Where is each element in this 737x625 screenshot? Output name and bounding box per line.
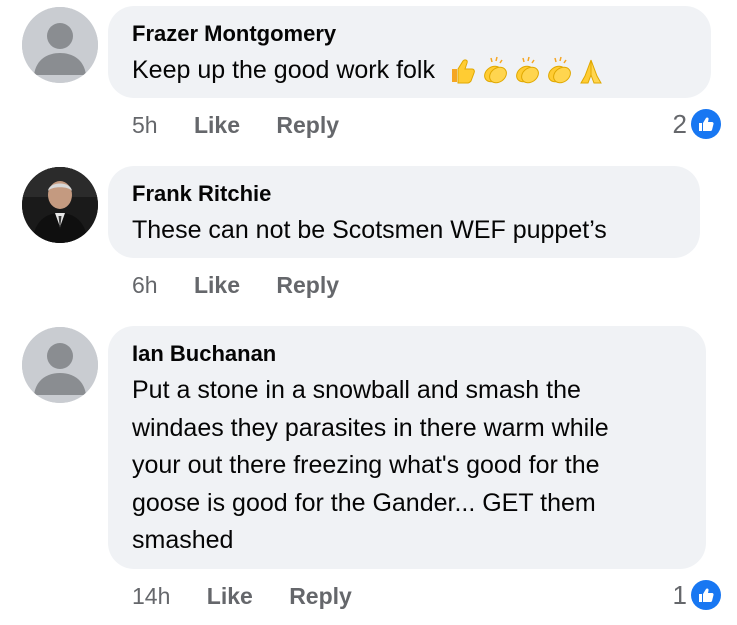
like-button[interactable]: Like [194, 110, 240, 140]
reaction-summary[interactable]: 2 [673, 107, 721, 141]
comment-author[interactable]: Ian Buchanan [132, 340, 682, 368]
folded-hands-icon [580, 60, 602, 84]
reply-button[interactable]: Reply [289, 581, 352, 611]
reaction-summary[interactable]: 1 [673, 578, 721, 612]
emoji-row [448, 56, 606, 86]
comment-text-line: your out there freezing what's good for … [132, 451, 600, 479]
comment-bubble: Frazer Montgomery Keep up the good work … [108, 6, 711, 98]
clapping-hands-icon [548, 57, 571, 84]
like-reaction-icon [691, 580, 721, 610]
reaction-count: 1 [672, 579, 687, 610]
comment-text-line: smashed [132, 526, 234, 554]
comment-bubble: Ian Buchanan Put a stone in a snowball a… [108, 326, 706, 569]
comment-actions: 14h Like Reply [132, 581, 352, 611]
avatar[interactable] [22, 7, 98, 83]
clapping-hands-icon [484, 57, 507, 84]
comment-text-line: windaes they parasites in there warm whi… [132, 413, 609, 442]
like-button[interactable]: Like [207, 581, 253, 611]
comment-author[interactable]: Frank Ritchie [132, 180, 676, 208]
clapping-hands-icon [516, 57, 539, 84]
comment-actions: 5h Like Reply [132, 110, 339, 140]
comment-timestamp[interactable]: 6h [132, 270, 158, 300]
comment-text: Put a stone in a snowball and smash the … [132, 372, 682, 560]
comment-text-content: Keep up the good work folk [132, 56, 435, 84]
comment-text-line: Put a stone in a snowball and smash the [132, 376, 581, 404]
comment-author[interactable]: Frazer Montgomery [132, 20, 687, 48]
like-button[interactable]: Like [194, 270, 240, 300]
thumbs-up-icon [451, 59, 475, 84]
default-avatar-icon [22, 7, 98, 83]
comment-timestamp[interactable]: 14h [132, 581, 170, 611]
comment-text: These can not be Scotsmen WEF puppet’s [132, 216, 607, 244]
comment-text: Keep up the good work folk [132, 52, 687, 90]
comment-actions: 6h Like Reply [132, 270, 339, 300]
comment-timestamp[interactable]: 5h [132, 110, 158, 140]
like-reaction-icon [691, 109, 721, 139]
avatar[interactable] [22, 167, 98, 243]
comment-bubble: Frank Ritchie These can not be Scotsmen … [108, 166, 700, 258]
profile-photo [22, 167, 98, 243]
reply-button[interactable]: Reply [276, 270, 339, 300]
reaction-count: 2 [672, 108, 687, 139]
reply-button[interactable]: Reply [276, 110, 339, 140]
avatar[interactable] [22, 327, 98, 403]
comment-text-line: goose is good for the Gander... GET them [132, 488, 596, 517]
default-avatar-icon [22, 327, 98, 403]
